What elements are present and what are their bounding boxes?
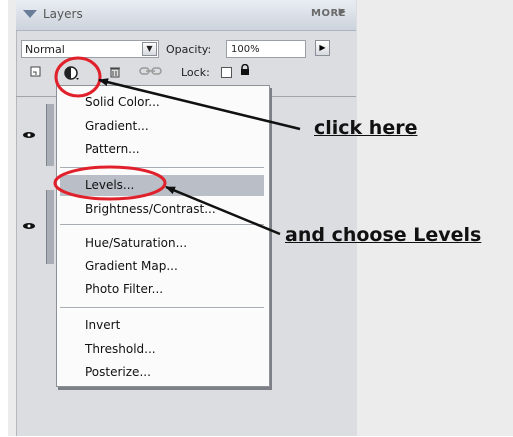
menu-item-solid-color[interactable]: Solid Color... [85,95,160,109]
menu-item-invert[interactable]: Invert [85,318,120,332]
adjustment-layer-icon[interactable] [63,64,81,82]
menu-separator [60,307,264,309]
trash-icon[interactable] [108,66,122,79]
lock-label: Lock: [181,66,210,79]
eye-icon[interactable] [22,222,36,230]
lock-icon[interactable] [240,63,250,79]
annotation-choose-levels: and choose Levels [285,224,482,246]
blend-mode-value: Normal [25,43,65,56]
menu-item-gradient[interactable]: Gradient... [85,119,149,133]
menu-item-threshold[interactable]: Threshold... [85,342,156,356]
more-arrow-icon: ▶ [338,7,346,17]
link-icon[interactable] [138,66,164,79]
opacity-slider-arrow-icon[interactable]: ▶ [315,40,330,56]
annotation-click-here: click here [314,117,418,139]
menu-separator [60,224,264,226]
lock-transparency-icon[interactable] [221,67,232,78]
menu-item-gradient-map[interactable]: Gradient Map... [85,259,178,273]
menu-item-posterize[interactable]: Posterize... [85,365,151,379]
panel-title: Layers [43,7,83,21]
opacity-label: Opacity: [166,43,212,56]
panel-title-bar[interactable]: Layers MORE ▶ [16,0,356,31]
collapse-triangle-icon[interactable] [23,10,37,18]
layer-thumbnail[interactable] [46,104,54,166]
menu-separator [60,167,264,169]
more-button[interactable]: MORE ▶ [311,7,346,19]
menu-item-levels[interactable]: Levels... [85,178,134,192]
adjustment-layer-menu: Solid Color... Gradient... Pattern... Le… [56,85,270,387]
menu-item-brightness-contrast[interactable]: Brightness/Contrast... [85,202,216,216]
blend-mode-select[interactable]: Normal ▼ [21,40,159,58]
opacity-field[interactable]: 100% [226,40,306,58]
menu-item-pattern[interactable]: Pattern... [85,142,140,156]
chevron-down-icon[interactable]: ▼ [142,42,157,56]
menu-item-hue-saturation[interactable]: Hue/Saturation... [85,236,187,250]
new-layer-icon[interactable] [29,66,43,79]
layer-thumbnail[interactable] [46,190,54,264]
eye-icon[interactable] [22,131,36,139]
menu-item-photo-filter[interactable]: Photo Filter... [85,282,163,296]
